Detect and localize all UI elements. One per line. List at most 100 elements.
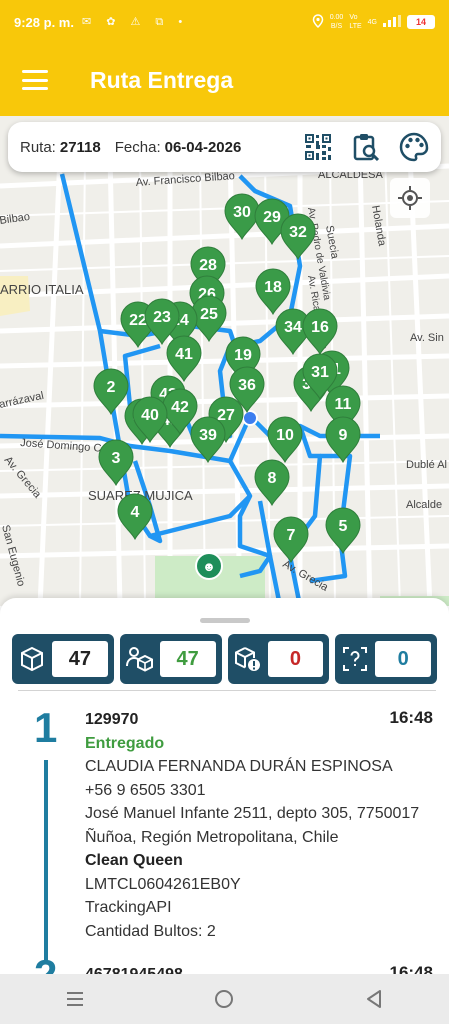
map-pin[interactable]: 2 [93,368,129,416]
map-pin-label: 30 [233,204,251,221]
map-pin[interactable]: 10 [267,416,303,464]
crosshair-icon [398,186,422,210]
package-count: Cantidad Bultos: 2 [85,922,216,940]
delivered-package-icon [125,645,154,673]
map-pin-label: 9 [339,427,348,444]
map-pin-label: 29 [263,209,281,226]
map-pin[interactable]: 32 [280,213,316,261]
stat-delivered[interactable]: 47 [119,634,222,684]
map-pin-label: 23 [153,309,171,326]
delivery-number: 2 [34,951,57,974]
street-label: Holanda [369,204,388,247]
volte-top: Vo [349,14,358,21]
delivery-address: José Manuel Infante 2511, depto 305, 775… [85,805,420,846]
map-pin-label: 7 [287,527,296,544]
network-speed: 0.00 B/S [330,13,344,31]
map-pin-label: 32 [289,224,307,241]
recipient-name: CLAUDIA FERNANDA DURÁN ESPINOSA [85,758,393,775]
delivery-id: 129970 [85,711,139,728]
page-title: Ruta Entrega [90,66,234,93]
app-bar: Ruta Entrega [0,44,449,116]
map-pin-label: 31 [311,364,329,381]
volte-indicator: Vo LTE [349,13,361,31]
stat-unknown[interactable]: 0 [335,634,437,684]
tracking-source: TrackingAPI [85,899,172,916]
package-alert-icon [234,645,262,673]
map-pin-label: 3 [112,450,121,467]
stat-unknown-value: 0 [375,641,431,677]
store-name: Clean Queen [85,852,183,869]
back-icon[interactable] [354,984,394,1014]
battery-icon: 14 [407,15,435,29]
map-pin[interactable]: 18 [255,268,291,316]
map-pin-label: 11 [335,396,352,413]
ruta-value: 27118 [59,138,101,156]
street-label: Dublé Al [406,459,447,471]
sheet-drag-handle[interactable] [199,618,250,623]
map-pin-label: 40 [141,407,159,424]
recipient-phone[interactable]: +56 9 6505 3301 [85,779,435,803]
street-label: Alcalde [406,499,442,511]
divider [18,690,436,691]
map-pin-label: 36 [238,377,256,394]
status-time: 9:28 p. m. [14,14,74,30]
notification-icons: ✉ ✿ ⚠ ⧉ • [81,16,189,28]
battery-level: 14 [415,17,426,27]
stat-delivered-value: 47 [159,641,216,677]
map-pin-label: 19 [234,347,252,364]
stat-issues[interactable]: 0 [227,634,330,684]
home-icon[interactable] [204,984,244,1014]
map-pin-label: 25 [200,306,218,323]
stat-total-value: 47 [52,641,108,677]
delivery-item[interactable]: 1 16:48 129970 Entregado CLAUDIA FERNAND… [0,702,449,962]
network-type: 4G [367,18,377,26]
package-icon [18,645,46,673]
map-pin-label: 4 [131,504,140,521]
status-right: 0.00 B/S Vo LTE 4G 14 [312,13,435,31]
map-pin-label: 16 [311,319,329,336]
map-canvas: Av. Francisco Bilbao Bilbao ALCALDESA Ho… [0,155,449,606]
map-pin-label: 2 [107,379,116,396]
tracking-code: LMTCL0604261EB0Y [85,875,241,893]
map-pin-label: 18 [264,279,282,296]
map-pin-label: 39 [199,427,217,444]
map-pin-label: 41 [175,346,193,363]
street-label: Bilbao [0,211,31,227]
street-label: Av. Sin [410,332,444,344]
svg-text:☻: ☻ [202,559,216,574]
street-label: ARRIO ITALIA [0,282,84,297]
delivery-details: 46781945498 [85,963,435,974]
volte-bottom: LTE [349,23,362,30]
delivery-details: 129970 Entregado CLAUDIA FERNANDA DURÁN … [85,708,435,943]
route-map[interactable]: Av. Francisco Bilbao Bilbao ALCALDESA Ho… [0,116,449,606]
fecha-value: 06-04-2026 [164,138,242,156]
location-icon [312,13,324,31]
park-marker-icon: ☻ [195,552,223,580]
map-pin-label: 42 [171,399,189,416]
map-pin[interactable]: 3 [98,439,134,487]
delivery-status: Entregado [85,734,165,752]
unknown-package-icon [341,645,369,673]
map-pin-label: 10 [276,427,294,444]
stats-bar: 47 47 0 0 [12,634,437,684]
stat-issues-value: 0 [267,641,324,677]
ruta-label: Ruta: [20,138,56,156]
status-bar: 9:28 p. m. ✉ ✿ ⚠ ⧉ • 0.00 B/S Vo LTE 4G 14 [0,0,449,44]
delivery-timeline-bar [44,760,48,960]
delivery-sheet[interactable]: 47 47 0 0 1 16:48 129970 Entregado CLAUD… [0,598,449,974]
delivery-item[interactable]: 2 16:48 46781945498 [0,951,449,974]
qr-code-icon[interactable] [303,132,333,162]
map-pin-label: 34 [284,319,302,336]
recent-apps-icon[interactable] [55,984,95,1014]
map-pin[interactable]: 7 [273,516,309,564]
signal-icon [383,14,401,30]
clipboard-search-icon[interactable] [351,132,381,162]
my-location-button[interactable] [390,178,430,218]
stat-total[interactable]: 47 [12,634,114,684]
map-pin[interactable]: 8 [254,459,290,507]
speed-unit: B/S [330,23,343,30]
map-pin-label: 22 [129,312,147,329]
palette-icon[interactable] [399,132,429,162]
fecha-label: Fecha: [114,138,161,156]
hamburger-icon[interactable] [22,70,48,90]
